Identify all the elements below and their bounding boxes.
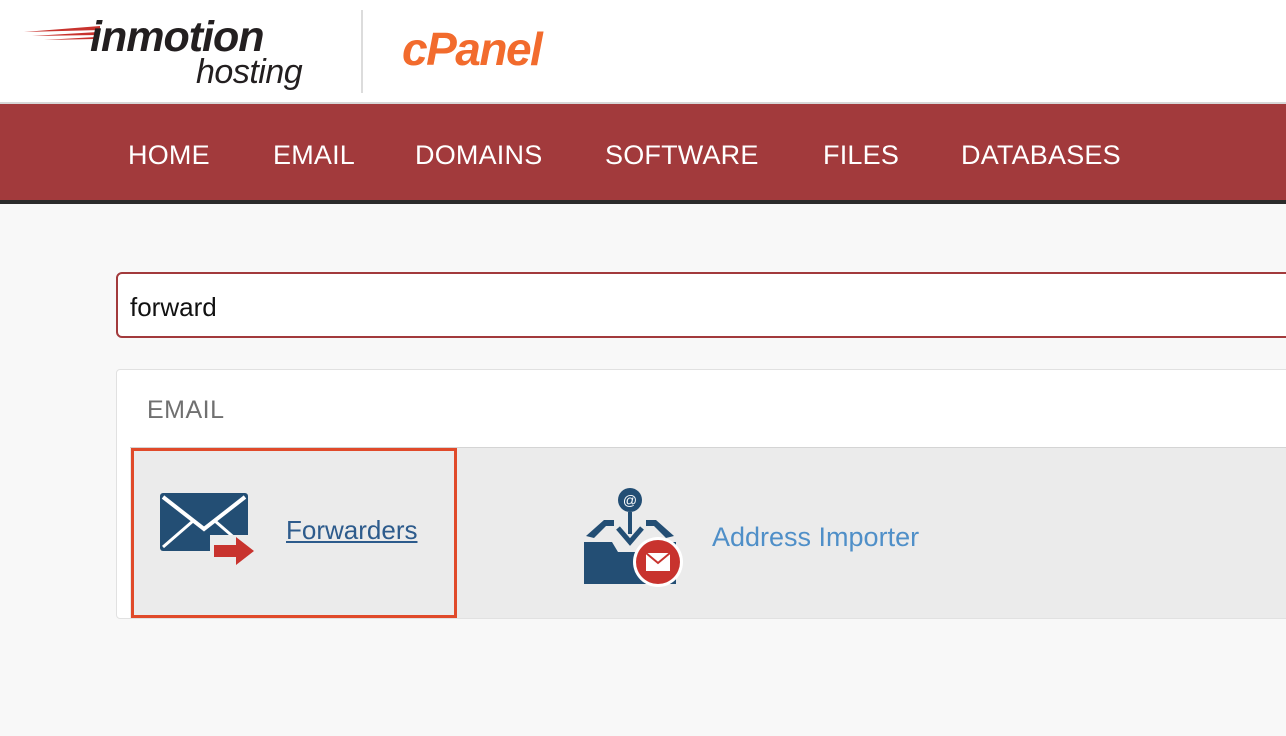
- search-box: [116, 272, 1286, 338]
- nav-item-email[interactable]: EMAIL: [273, 140, 355, 170]
- nav-item-home[interactable]: HOME: [128, 140, 210, 170]
- address-importer-icon: @: [584, 488, 683, 587]
- main-nav: HOME EMAIL DOMAINS SOFTWARE FILES DATABA…: [0, 102, 1286, 204]
- address-importer-link[interactable]: Address Importer: [712, 522, 919, 553]
- logo-word-hosting: hosting: [196, 53, 303, 91]
- nav-item-software[interactable]: SOFTWARE: [605, 140, 759, 170]
- result-item-address-importer[interactable]: @ Address Importer: [584, 448, 1004, 618]
- search-input[interactable]: [128, 286, 1232, 328]
- forwarders-link[interactable]: Forwarders: [286, 515, 417, 546]
- svg-text:@: @: [623, 492, 637, 508]
- nav-item-databases[interactable]: DATABASES: [961, 140, 1121, 170]
- envelope-forward-icon: [160, 493, 254, 567]
- section-heading: EMAIL: [147, 396, 225, 424]
- top-header: inmotion hosting cPanel: [0, 0, 1286, 102]
- nav-item-files[interactable]: FILES: [823, 140, 899, 170]
- logo-divider: [361, 10, 363, 93]
- results-panel-email: EMAIL Forwarders @ Address Importer: [116, 369, 1286, 619]
- result-item-forwarders[interactable]: Forwarders: [131, 448, 457, 618]
- inmotion-hosting-logo[interactable]: inmotion hosting: [22, 10, 332, 92]
- results-list: Forwarders @ Address Importer: [130, 447, 1286, 618]
- nav-item-domains[interactable]: DOMAINS: [415, 140, 542, 170]
- cpanel-logo[interactable]: cPanel: [402, 24, 543, 74]
